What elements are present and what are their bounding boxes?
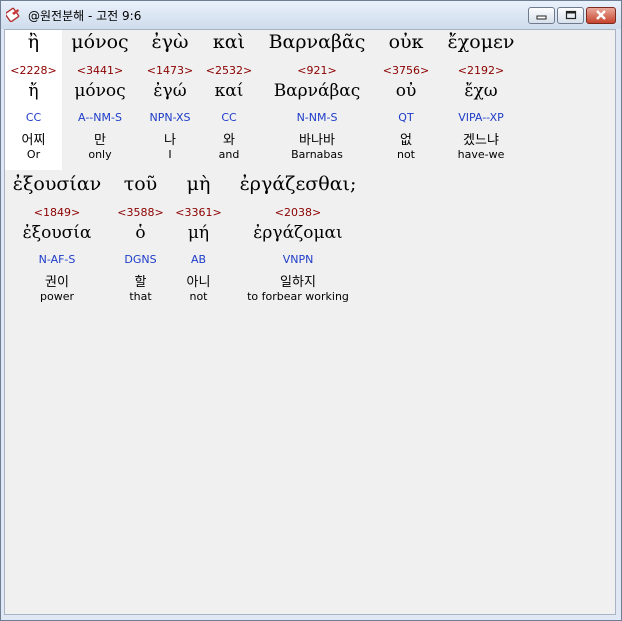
word-english: Barnabas — [291, 148, 343, 161]
word-strong-number[interactable]: <2228> — [5, 64, 62, 77]
word-english: that — [129, 290, 152, 303]
word-english: I — [168, 148, 172, 161]
word-lemma: Βαρνάβας — [273, 81, 361, 101]
word-strong-number[interactable]: <1849> — [5, 206, 109, 219]
word-strong-number[interactable]: <3756> — [377, 64, 435, 77]
word-english: power — [40, 290, 74, 303]
word-lemma: ἐργάζομαι — [253, 223, 343, 243]
word-morphology[interactable]: AB — [172, 253, 225, 266]
word-morphology[interactable]: A--NM-S — [62, 111, 138, 124]
word-korean: 권이 — [45, 275, 69, 290]
word-greek[interactable]: Βαρναβᾶς — [258, 31, 376, 53]
word-strong-number[interactable]: <921> — [258, 64, 376, 77]
word-korean: 아니 — [186, 275, 211, 290]
word-morphology[interactable]: QT — [377, 111, 435, 124]
word-lemma: ὁ — [135, 223, 146, 243]
word-morphology[interactable]: CC — [202, 111, 256, 124]
word-morphology[interactable]: NPN-XS — [139, 111, 201, 124]
minimize-icon — [536, 15, 547, 20]
word-korean: 바나바 — [299, 133, 335, 148]
word-morphology[interactable]: VIPA--XP — [434, 111, 528, 124]
word-greek[interactable]: οὐκ — [377, 31, 435, 53]
word-morphology[interactable]: VNPN — [228, 253, 368, 266]
word-greek[interactable]: ἐγὼ — [139, 31, 201, 53]
close-icon — [596, 10, 606, 20]
word-morphology[interactable]: N-NM-S — [258, 111, 376, 124]
word-strong-number[interactable]: <3588> — [113, 206, 168, 219]
maximize-button[interactable] — [557, 7, 584, 24]
word-korean: 없 — [400, 133, 412, 148]
maximize-icon — [565, 10, 577, 20]
window-title: @원전분해 - 고전 9:6 — [28, 9, 142, 23]
word-greek[interactable]: ἢ — [5, 31, 62, 53]
word-korean: 어찌 — [21, 133, 46, 148]
word-lemma: ἐξουσία — [22, 223, 92, 243]
word-greek[interactable]: μόνος — [62, 31, 138, 53]
word-greek[interactable]: ἔχομεν — [434, 31, 528, 53]
word-strong-number[interactable]: <2532> — [202, 64, 256, 77]
word-greek[interactable]: ἐξουσίαν — [5, 173, 109, 195]
word-greek[interactable]: μὴ — [172, 173, 225, 195]
word-english: not — [396, 148, 415, 161]
word-english: Or — [26, 148, 41, 161]
word-morphology[interactable]: DGNS — [113, 253, 168, 266]
word-korean: 할 — [134, 275, 147, 290]
word-lemma: καί — [214, 81, 244, 101]
word-lemma: ἤ — [28, 81, 39, 101]
word-strong-number[interactable]: <3361> — [172, 206, 225, 219]
word-morphology[interactable]: CC — [5, 111, 62, 124]
word-lemma: οὐ — [395, 81, 417, 101]
word-greek[interactable]: καὶ — [202, 31, 256, 53]
word-strong-number[interactable]: <3441> — [62, 64, 138, 77]
word-greek[interactable]: τοῦ — [113, 173, 168, 195]
word-lemma: μόνος — [74, 81, 126, 101]
word-english: have-we — [457, 148, 505, 161]
word-lemma: μή — [187, 223, 210, 243]
word-english: and — [218, 148, 240, 161]
word-strong-number[interactable]: <2192> — [434, 64, 528, 77]
close-button[interactable] — [586, 7, 616, 24]
word-strong-number[interactable]: <2038> — [228, 206, 368, 219]
minimize-button[interactable] — [528, 7, 555, 24]
word-korean: 겠느냐 — [463, 133, 499, 148]
word-english: to forbear working — [247, 290, 349, 303]
word-english: only — [88, 148, 112, 161]
word-strong-number[interactable]: <1473> — [139, 64, 201, 77]
word-greek[interactable]: ἐργάζεσθαι; — [228, 173, 368, 195]
app-icon — [6, 7, 20, 22]
word-lemma: ἔχω — [464, 81, 498, 101]
title-bar[interactable]: @원전분해 - 고전 9:6 — [1, 1, 621, 29]
word-english: not — [189, 290, 208, 303]
word-lemma: ἐγώ — [153, 81, 187, 101]
word-korean: 만 — [94, 133, 106, 148]
word-korean: 와 — [223, 133, 235, 148]
word-korean: 나 — [164, 133, 176, 148]
word-korean: 일하지 — [280, 275, 316, 290]
word-morphology[interactable]: N-AF-S — [5, 253, 109, 266]
